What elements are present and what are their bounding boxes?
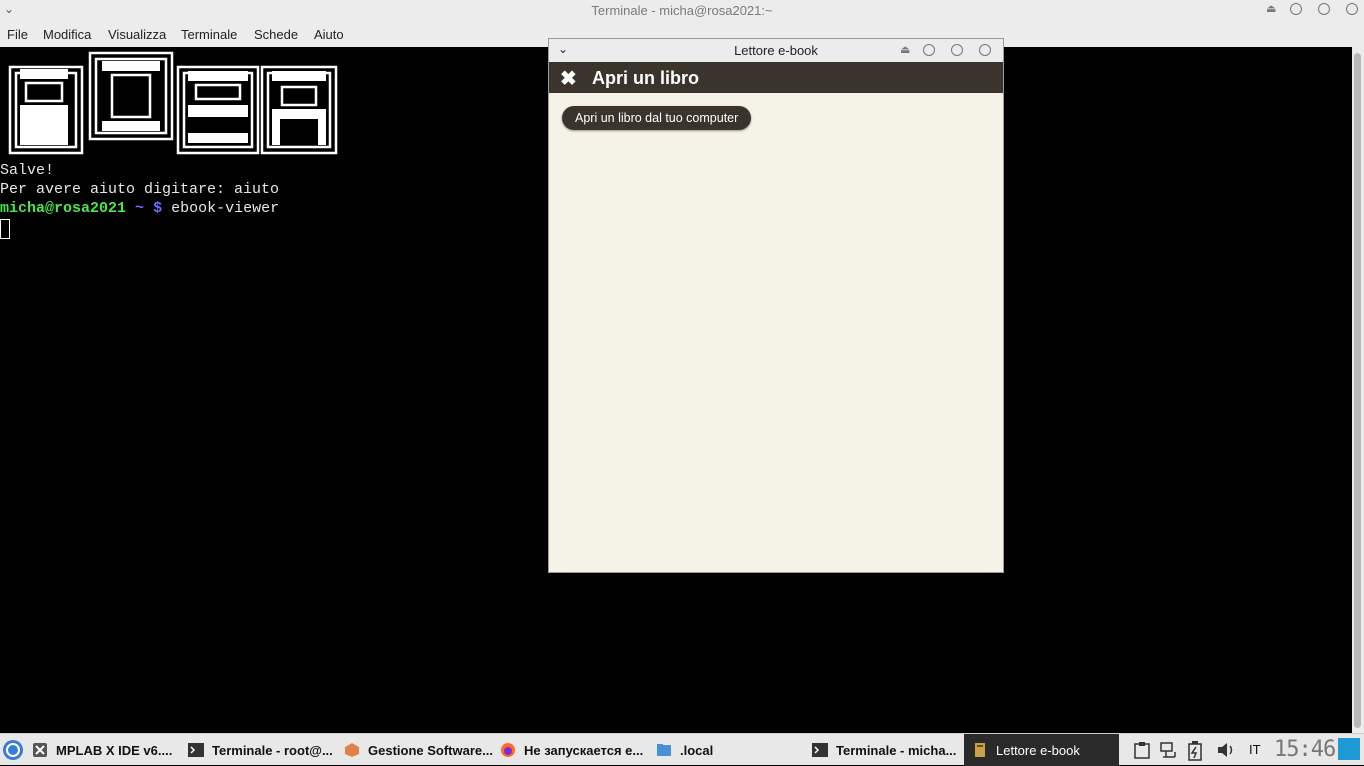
maximize-button[interactable] (1318, 3, 1330, 15)
prompt-user: micha@rosa2021 (0, 200, 127, 217)
volume-icon[interactable] (1216, 741, 1236, 762)
mplab-icon (33, 743, 47, 757)
taskbar-item-terminal-root[interactable]: Terminale - root@... (188, 734, 333, 766)
menu-aiuto[interactable]: Aiuto (314, 27, 344, 42)
start-menu-button[interactable] (2, 734, 24, 766)
terminal-titlebar[interactable]: ⌄ Terminale - micha@rosa2021:~ ⏏ (0, 0, 1364, 22)
keyboard-layout[interactable]: IT (1249, 742, 1261, 757)
taskbar-item-firefox[interactable]: Не запускается e... (500, 734, 643, 766)
rosa-logo (8, 51, 338, 155)
terminal-cursor (0, 219, 10, 239)
rosa-start-icon (3, 740, 23, 760)
prompt-symbol: $ (153, 200, 163, 217)
taskbar-item-terminal-micha[interactable]: Terminale - micha... (812, 734, 956, 766)
menu-schede[interactable]: Schede (254, 27, 298, 42)
shade-icon[interactable]: ⏏ (900, 43, 910, 56)
menu-modifica[interactable]: Modifica (43, 27, 91, 42)
terminal-prompt-line: micha@rosa2021 ~ $ ebook-viewer (0, 200, 279, 217)
terminal-icon (812, 743, 828, 757)
terminal-icon (188, 743, 204, 757)
terminal-greeting: Salve! (0, 162, 55, 179)
close-button[interactable] (979, 44, 991, 56)
close-button[interactable] (1346, 3, 1358, 15)
folder-icon (657, 744, 671, 756)
taskbar-item-label: Terminale - root@... (212, 742, 333, 758)
battery-icon[interactable] (1188, 741, 1202, 764)
taskbar-item-ebook[interactable]: Lettore e-book (964, 734, 1119, 766)
ebook-titlebar[interactable]: ⌄ Lettore e-book ⏏ (549, 39, 1003, 62)
ebook-header: ✖ Apri un libro (549, 62, 1003, 93)
taskbar-item-software[interactable]: Gestione Software... (344, 734, 493, 766)
ebook-window: ⌄ Lettore e-book ⏏ ✖ Apri un libro Apri … (548, 38, 1004, 573)
taskbar-item-label: MPLAB X IDE v6.... (56, 742, 173, 758)
ebook-header-title: Apri un libro (592, 68, 699, 88)
menu-terminale[interactable]: Terminale (181, 27, 237, 42)
terminal-help-line: Per avere aiuto digitare: aiuto (0, 181, 280, 198)
taskbar-item-label: Не запускается e... (524, 742, 644, 758)
scrollbar-thumb[interactable] (1354, 53, 1361, 728)
maximize-button[interactable] (951, 44, 963, 56)
clipboard-icon[interactable] (1134, 741, 1150, 762)
taskbar-item-label: Gestione Software... (368, 742, 493, 758)
close-icon[interactable]: ✖ (560, 66, 577, 91)
package-icon (345, 743, 359, 757)
taskbar-item-mplab[interactable]: MPLAB X IDE v6.... (32, 734, 172, 766)
ebook-icon (975, 743, 985, 757)
terminal-scrollbar[interactable] (1352, 47, 1364, 733)
taskbar-item-label: Terminale - micha... (836, 742, 957, 758)
taskbar: MPLAB X IDE v6.... Terminale - root@... … (0, 733, 1364, 766)
prompt-path: ~ (135, 200, 145, 217)
menu-visualizza[interactable]: Visualizza (108, 27, 166, 42)
taskbar-item-label: Lettore e-book (996, 742, 1080, 758)
terminal-command: ebook-viewer (171, 200, 280, 217)
taskbar-item-label: .local (680, 742, 714, 758)
network-icon[interactable] (1160, 741, 1178, 762)
minimize-button[interactable] (1290, 3, 1302, 15)
shade-icon[interactable]: ⏏ (1266, 2, 1276, 15)
firefox-icon (501, 743, 515, 757)
minimize-button[interactable] (923, 44, 935, 56)
show-desktop-button[interactable] (1338, 738, 1360, 760)
clock[interactable]: 15:46 (1274, 737, 1336, 762)
taskbar-item-local-folder[interactable]: .local (656, 734, 713, 766)
window-title: Terminale - micha@rosa2021:~ (591, 3, 773, 18)
open-book-button[interactable]: Apri un libro dal tuo computer (562, 106, 752, 130)
menu-file[interactable]: File (7, 27, 28, 42)
